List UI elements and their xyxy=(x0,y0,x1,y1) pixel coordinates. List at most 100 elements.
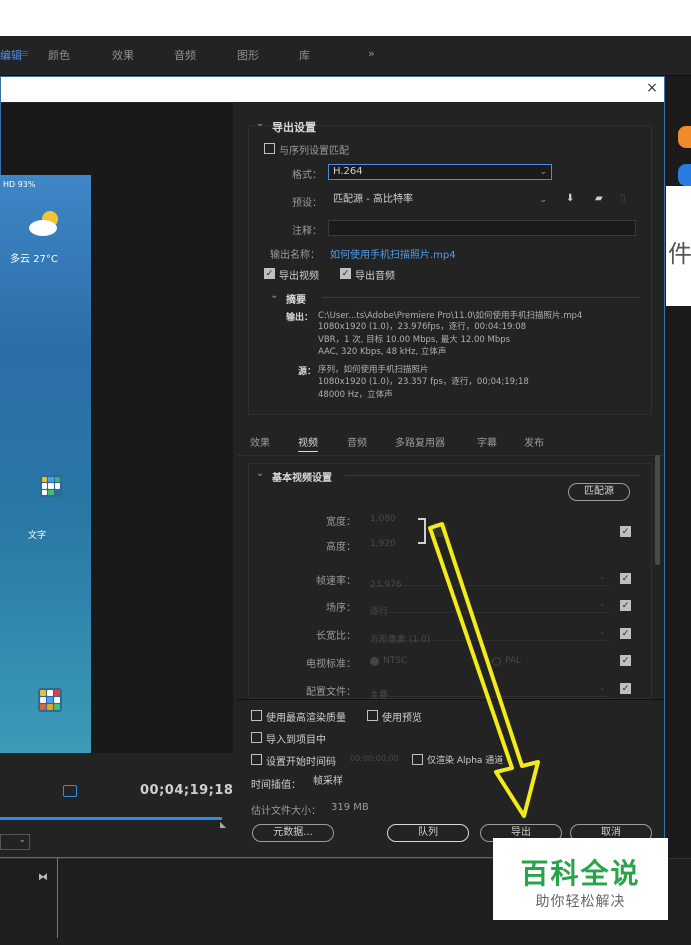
match-source-button[interactable]: 匹配源 xyxy=(568,483,630,501)
workspace-tab-color[interactable]: 颜色 xyxy=(48,47,70,63)
start-tc-value[interactable]: 00;00;00;00 xyxy=(350,754,399,763)
tab-audio[interactable]: 音频 xyxy=(347,434,367,449)
export-video-label: 导出视频 xyxy=(279,271,319,282)
export-video-checkbox[interactable] xyxy=(264,268,275,279)
interp-dropdown[interactable]: 帧采样 xyxy=(308,774,508,790)
tv-standard-checkbox[interactable] xyxy=(620,655,631,666)
profile-dropdown[interactable]: 主要 ⌄ xyxy=(370,683,610,701)
workspace-more-icon[interactable]: » xyxy=(368,47,375,60)
width-value[interactable]: 1,080 xyxy=(370,514,396,524)
summary-output-label: 输出： xyxy=(286,313,314,323)
chevron-down-icon: ⌄ xyxy=(598,627,606,637)
ntsc-radio[interactable] xyxy=(370,657,379,666)
tab-effects[interactable]: 效果 xyxy=(250,434,270,449)
track-marker-icon: ⧓ xyxy=(38,872,48,883)
source-range-dropdown[interactable]: ⌄ xyxy=(0,834,30,850)
summary-source-audio: 48000 Hz，立体声 xyxy=(318,390,393,400)
workspace-tab-audio[interactable]: 音频 xyxy=(174,47,196,63)
export-audio-label: 导出音频 xyxy=(355,271,395,282)
top-blank-area xyxy=(0,0,691,36)
export-audio-checkbox[interactable] xyxy=(340,268,351,279)
export-settings-header: 导出设置 xyxy=(272,121,316,134)
fit-icon[interactable] xyxy=(63,785,77,797)
app-folder-icon xyxy=(40,475,62,497)
aspect-checkbox[interactable] xyxy=(620,628,631,639)
tab-captions[interactable]: 字幕 xyxy=(477,434,497,449)
app-folder-2-icon xyxy=(38,688,62,712)
summary-divider xyxy=(322,297,640,298)
output-name-label: 输出名称： xyxy=(270,250,320,261)
preset-value: 匹配源 - 高比特率 xyxy=(333,194,413,205)
phone-status-bar: HD 93% xyxy=(3,180,36,189)
source-timecode: 00;04;19;18 xyxy=(140,783,234,798)
preset-label: 预设： xyxy=(292,198,322,209)
max-render-label: 使用最高渲染质量 xyxy=(266,713,346,724)
blue-avatar-icon xyxy=(678,164,691,186)
link-bracket xyxy=(418,518,426,544)
aspect-dropdown[interactable]: 方形像素 (1.0) ⌄ xyxy=(370,627,610,645)
match-sequence-checkbox[interactable] xyxy=(264,143,275,154)
timeline-playhead[interactable] xyxy=(57,858,58,938)
chain-link-icon[interactable] xyxy=(433,523,447,537)
workspace-bar xyxy=(0,36,691,76)
format-label: 格式： xyxy=(292,170,322,181)
tab-multiplexer[interactable]: 多路复用器 xyxy=(395,434,445,449)
interp-label: 时间插值： xyxy=(251,780,301,791)
summary-chevron-icon[interactable]: ⌄ xyxy=(270,290,278,301)
preset-dropdown[interactable]: 匹配源 - 高比特率 ⌄ xyxy=(328,192,552,208)
frame-rate-label: 帧速率： xyxy=(316,576,356,587)
pal-label: PAL xyxy=(505,656,522,666)
comment-input[interactable] xyxy=(328,220,636,236)
field-order-checkbox[interactable] xyxy=(620,600,631,611)
render-alpha-checkbox[interactable] xyxy=(412,754,423,765)
import-project-checkbox[interactable] xyxy=(251,732,262,743)
format-dropdown[interactable]: H.264 ⌄ xyxy=(328,164,552,180)
width-label: 宽度： xyxy=(326,517,356,528)
watermark-title: 百科全说 xyxy=(520,857,641,890)
render-alpha-label: 仅渲染 Alpha 通道 xyxy=(427,756,504,766)
workspace-tab-graphics[interactable]: 图形 xyxy=(237,47,259,63)
start-tc-checkbox[interactable] xyxy=(251,754,262,765)
workspace-tab-effects[interactable]: 效果 xyxy=(112,47,134,63)
preview-scrub-bar[interactable] xyxy=(0,817,222,820)
workspace-tab-libraries[interactable]: 库 xyxy=(299,47,310,63)
pal-radio[interactable] xyxy=(492,657,501,666)
weather-cloud-icon xyxy=(29,211,58,236)
delete-preset-icon[interactable]: ▯ xyxy=(620,193,626,204)
app-folder-label: 文字 xyxy=(28,531,47,541)
width-height-checkbox[interactable] xyxy=(620,526,631,537)
workspace-menu-icon[interactable]: ≡ xyxy=(20,47,29,60)
use-previews-checkbox[interactable] xyxy=(367,710,378,721)
queue-button[interactable]: 队列 xyxy=(387,824,469,842)
frame-rate-dropdown[interactable]: 23.976 ⌄ xyxy=(370,572,610,590)
settings-scrollbar[interactable] xyxy=(655,455,660,565)
import-preset-icon[interactable]: ▰ xyxy=(595,193,603,204)
max-render-checkbox[interactable] xyxy=(251,710,262,721)
scrub-end-marker-icon: ◣ xyxy=(220,820,227,829)
field-order-dropdown[interactable]: 逐行 ⌄ xyxy=(370,599,610,617)
tab-publish[interactable]: 发布 xyxy=(524,434,544,449)
output-name-link[interactable]: 如何使用手机扫描照片.mp4 xyxy=(330,246,456,261)
height-value: 1,920 xyxy=(370,539,396,549)
ntsc-label: NTSC xyxy=(383,656,408,666)
chevron-down-icon: ⌄ xyxy=(539,167,547,177)
filesize-label: 估计文件大小： xyxy=(251,806,321,817)
dialog-title-bar xyxy=(1,77,664,102)
start-tc-label: 设置开始时间码 xyxy=(266,757,336,768)
orange-badge-icon xyxy=(678,126,691,148)
metadata-button[interactable]: 元数据... xyxy=(252,824,334,842)
summary-output-path: C:\User...ts\Adobe\Premiere Pro\11.0\如何使… xyxy=(318,311,583,321)
summary-output-video: 1080x1920 (1.0)，23.976fps，逐行，00:04:19:08 xyxy=(318,322,527,332)
workspace-tab-edit[interactable]: 编辑 xyxy=(0,47,22,63)
close-icon[interactable]: × xyxy=(643,79,661,97)
comment-label: 注释： xyxy=(292,226,322,237)
collapse-chevron-icon[interactable]: ⌄ xyxy=(256,118,264,129)
frame-rate-checkbox[interactable] xyxy=(620,573,631,584)
save-preset-icon[interactable]: ⬇ xyxy=(566,193,574,204)
video-collapse-chevron-icon[interactable]: ⌄ xyxy=(256,468,264,479)
tab-video[interactable]: 视频 xyxy=(298,434,318,452)
filesize-value: 319 MB xyxy=(331,802,369,813)
aspect-value: 方形像素 (1.0) xyxy=(370,635,431,645)
preview-controls xyxy=(0,753,233,857)
profile-checkbox[interactable] xyxy=(620,683,631,694)
